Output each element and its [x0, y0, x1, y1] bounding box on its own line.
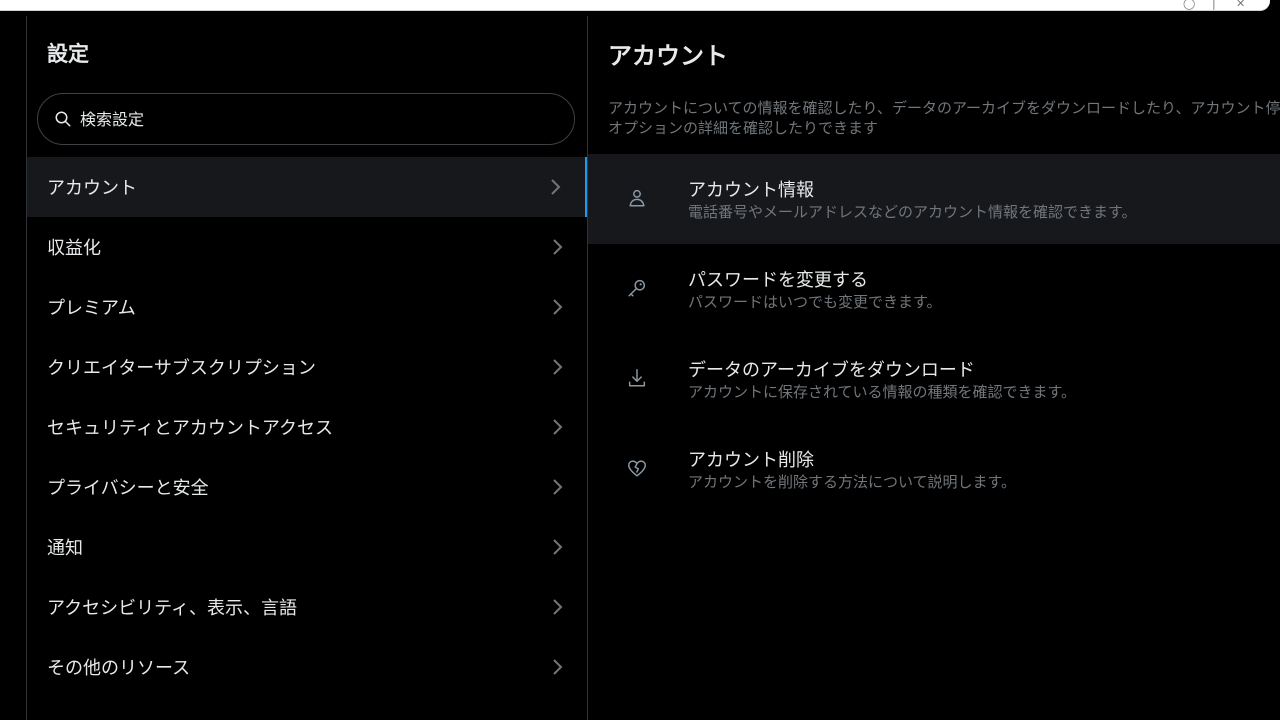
settings-item-label: 通知 [47, 538, 83, 559]
search-icon [55, 111, 71, 127]
account-option-delete[interactable]: アカウント削除 アカウントを削除する方法について説明します。 [588, 424, 1280, 514]
settings-item-label: クリエイターサブスクリプション [47, 358, 316, 379]
settings-item-label: アカウント [47, 178, 137, 199]
chevron-right-icon [553, 359, 563, 375]
download-icon [628, 369, 646, 387]
settings-item-monetization[interactable]: 収益化 [27, 217, 587, 277]
page-title: アカウント [608, 42, 728, 70]
settings-panel: 設定 アカウント 収益化 プレミアム クリエイターサブスクリプション セキュリテ… [27, 16, 588, 720]
settings-item-accessibility[interactable]: アクセシビリティ、表示、言語 [27, 577, 587, 637]
person-icon [629, 189, 645, 207]
account-option-info[interactable]: アカウント情報 電話番号やメールアドレスなどのアカウント情報を確認できます。 [588, 154, 1280, 244]
browser-profile-icon[interactable]: ◯ [1183, 0, 1195, 10]
account-option-download-archive[interactable]: データのアーカイブをダウンロード アカウントに保存されている情報の種類を確認でき… [588, 334, 1280, 424]
chevron-right-icon [553, 419, 563, 435]
account-option-change-password[interactable]: パスワードを変更する パスワードはいつでも変更できます。 [588, 244, 1280, 334]
account-options-list: アカウント情報 電話番号やメールアドレスなどのアカウント情報を確認できます。 パ… [588, 154, 1280, 514]
option-title: パスワードを変更する [688, 270, 868, 291]
browser-chrome-strip: ◯ | ✕ [0, 0, 1280, 16]
settings-item-label: セキュリティとアカウントアクセス [47, 418, 334, 439]
broken-heart-icon [628, 460, 646, 477]
chevron-right-icon [553, 539, 563, 555]
settings-item-privacy[interactable]: プライバシーと安全 [27, 457, 587, 517]
chevron-right-icon [553, 239, 563, 255]
chevron-right-icon [553, 479, 563, 495]
settings-item-creator-subscriptions[interactable]: クリエイターサブスクリプション [27, 337, 587, 397]
settings-item-notifications[interactable]: 通知 [27, 517, 587, 577]
browser-separator: | [1212, 0, 1216, 10]
settings-item-label: その他のリソース [47, 658, 191, 679]
chevron-right-icon [553, 299, 563, 315]
settings-item-account[interactable]: アカウント [27, 157, 587, 217]
settings-item-security[interactable]: セキュリティとアカウントアクセス [27, 397, 587, 457]
settings-item-label: プレミアム [47, 298, 136, 319]
option-title: アカウント削除 [688, 450, 814, 471]
option-subtitle: パスワードはいつでも変更できます。 [688, 293, 942, 311]
option-title: アカウント情報 [688, 180, 814, 201]
settings-title: 設定 [47, 42, 89, 66]
chevron-right-icon [553, 659, 563, 675]
option-title: データのアーカイブをダウンロード [688, 360, 975, 381]
left-nav-gutter [0, 16, 27, 720]
settings-nav-list: アカウント 収益化 プレミアム クリエイターサブスクリプション セキュリティとア… [27, 157, 587, 697]
search-settings-input[interactable] [78, 108, 562, 130]
settings-item-label: アクセシビリティ、表示、言語 [47, 598, 298, 619]
page-description: アカウントについての情報を確認したり、データのアーカイブをダウンロードしたり、ア… [608, 99, 1280, 137]
browser-close-icon[interactable]: ✕ [1236, 0, 1245, 10]
option-subtitle: 電話番号やメールアドレスなどのアカウント情報を確認できます。 [688, 203, 1137, 221]
browser-toolbar-edge [0, 0, 1270, 11]
settings-item-label: 収益化 [47, 238, 101, 259]
option-subtitle: アカウントを削除する方法について説明します。 [688, 473, 1017, 491]
option-subtitle: アカウントに保存されている情報の種類を確認できます。 [688, 383, 1077, 401]
chevron-right-icon [551, 179, 561, 195]
account-content-panel: アカウント アカウントについての情報を確認したり、データのアーカイブをダウンロー… [588, 16, 1280, 720]
settings-item-label: プライバシーと安全 [47, 478, 209, 499]
chevron-right-icon [553, 599, 563, 615]
key-icon [628, 279, 646, 297]
settings-item-premium[interactable]: プレミアム [27, 277, 587, 337]
search-settings-box[interactable] [37, 93, 575, 145]
settings-item-additional-resources[interactable]: その他のリソース [27, 637, 587, 697]
